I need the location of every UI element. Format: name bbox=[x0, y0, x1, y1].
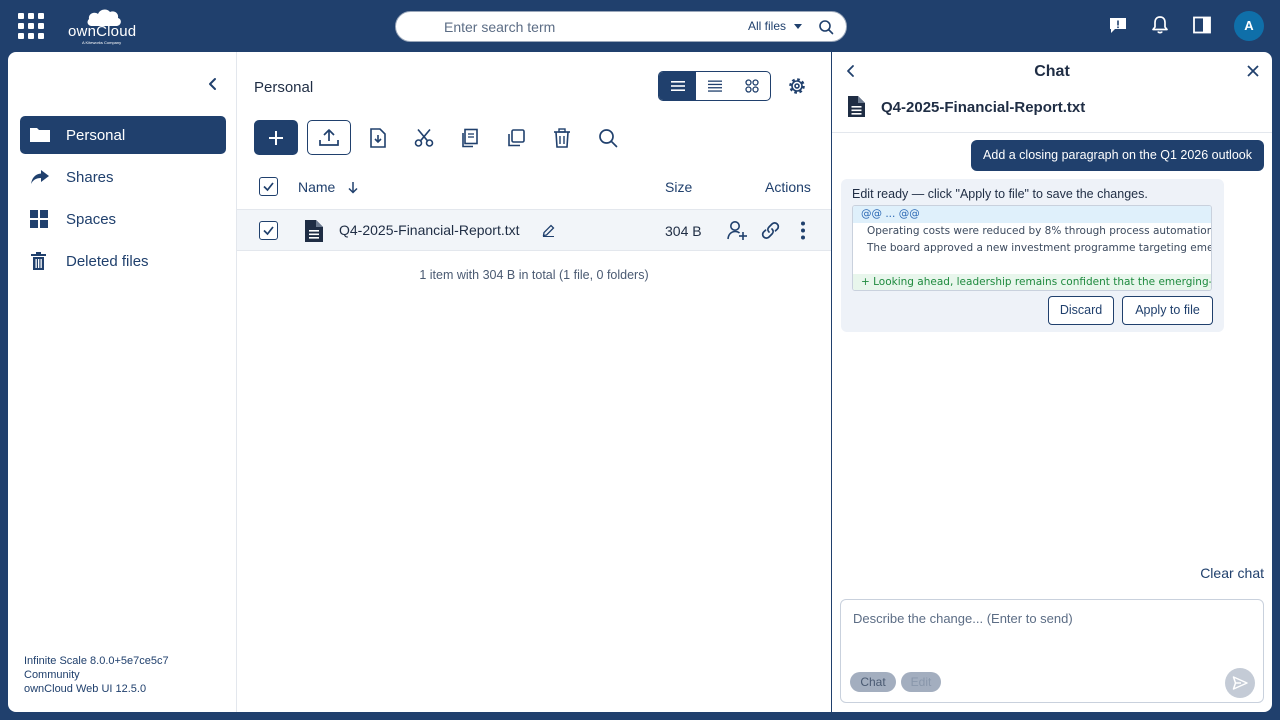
clear-chat-button[interactable]: Clear chat bbox=[1200, 565, 1264, 581]
sidebar-item-label: Shares bbox=[66, 169, 114, 186]
chat-title: Chat bbox=[1034, 63, 1070, 80]
trash-icon bbox=[31, 252, 46, 270]
send-icon bbox=[1232, 676, 1248, 690]
sidebar-toggle-icon[interactable] bbox=[1192, 15, 1212, 35]
upload-icon bbox=[319, 128, 339, 146]
copy-icon[interactable] bbox=[460, 128, 480, 148]
version-line: Infinite Scale 8.0.0+5e7ce5c7 bbox=[24, 655, 169, 667]
breadcrumb[interactable]: Personal bbox=[254, 79, 313, 96]
folder-icon bbox=[30, 128, 50, 142]
sort-arrow-down-icon[interactable] bbox=[347, 181, 359, 194]
assistant-message-text: Edit ready — click "Apply to file" to sa… bbox=[852, 187, 1148, 201]
download-file-icon[interactable] bbox=[369, 128, 387, 148]
send-button[interactable] bbox=[1225, 668, 1255, 698]
gear-icon[interactable] bbox=[787, 76, 807, 96]
file-name[interactable]: Q4-2025-Financial-Report.txt bbox=[339, 222, 520, 238]
sidebar-item-shares[interactable]: Shares bbox=[20, 158, 226, 196]
sidebar-item-label: Personal bbox=[66, 127, 126, 144]
sidebar-item-label: Deleted files bbox=[66, 253, 149, 270]
view-list-button[interactable] bbox=[659, 72, 696, 100]
tiles-icon bbox=[744, 79, 759, 93]
share-icon bbox=[31, 170, 49, 184]
search-bar[interactable]: Enter search term All files bbox=[395, 11, 847, 42]
chat-input-placeholder[interactable]: Describe the change... (Enter to send) bbox=[853, 611, 1073, 626]
upload-button[interactable] bbox=[307, 120, 351, 155]
sidebar-item-label: Spaces bbox=[66, 211, 117, 228]
diff-preview[interactable]: @@ ... @@ Operating costs were reduced b… bbox=[852, 205, 1212, 291]
logo-text: ownCloud bbox=[68, 23, 137, 40]
top-bar: ownCloud A Kiteworks Company Enter searc… bbox=[0, 0, 1280, 52]
diff-context-line: The board approved a new investment prog… bbox=[867, 242, 1211, 254]
version-info: Infinite Scale 8.0.0+5e7ce5c7 Community … bbox=[24, 654, 169, 696]
chat-input[interactable]: Describe the change... (Enter to send) C… bbox=[840, 599, 1264, 703]
table-row[interactable]: Q4-2025-Financial-Report.txt 304 B bbox=[237, 209, 831, 251]
discard-button[interactable]: Discard bbox=[1048, 296, 1114, 325]
app-switcher-icon[interactable] bbox=[18, 13, 44, 39]
avatar[interactable]: A bbox=[1234, 11, 1264, 41]
file-list-area: Personal Name Size Actions Q4-2025-Finan… bbox=[237, 52, 831, 712]
diff-context-line: Operating costs were reduced by 8% throu… bbox=[867, 225, 1212, 237]
check-icon bbox=[263, 182, 274, 192]
version-line: Community bbox=[24, 669, 80, 681]
view-mode-switcher bbox=[658, 71, 771, 101]
search-files-icon[interactable] bbox=[598, 128, 618, 148]
new-button[interactable] bbox=[254, 120, 298, 155]
sidebar-item-personal[interactable]: Personal bbox=[20, 116, 226, 154]
file-count-summary: 1 item with 304 B in total (1 file, 0 fo… bbox=[419, 268, 649, 282]
sidebar: Personal Shares Spaces Deleted files Inf… bbox=[8, 52, 237, 712]
chevron-down-icon[interactable] bbox=[794, 24, 802, 29]
close-icon[interactable] bbox=[1246, 64, 1260, 78]
grid-icon bbox=[30, 210, 48, 228]
logo-subtitle: A Kiteworks Company bbox=[82, 40, 122, 45]
select-all-checkbox[interactable] bbox=[259, 177, 278, 196]
chat-file-name: Q4-2025-Financial-Report.txt bbox=[881, 99, 1086, 116]
apply-to-file-button[interactable]: Apply to file bbox=[1122, 296, 1213, 325]
file-size: 304 B bbox=[665, 223, 702, 239]
feedback-icon[interactable] bbox=[1108, 15, 1128, 35]
cut-icon[interactable] bbox=[414, 128, 434, 148]
bell-icon[interactable] bbox=[1150, 15, 1170, 35]
diff-added-line: + Looking ahead, leadership remains conf… bbox=[853, 274, 1211, 290]
owncloud-logo[interactable]: ownCloud A Kiteworks Company bbox=[66, 4, 140, 48]
rename-pencil-icon[interactable] bbox=[542, 224, 555, 237]
search-icon[interactable] bbox=[818, 19, 834, 35]
chat-panel: Chat Q4-2025-Financial-Report.txt Add a … bbox=[832, 52, 1272, 712]
mode-chat-button[interactable]: Chat bbox=[850, 672, 896, 692]
mode-edit-button[interactable]: Edit bbox=[901, 672, 941, 692]
search-scope-select[interactable]: All files bbox=[748, 19, 786, 33]
row-checkbox[interactable] bbox=[259, 221, 278, 240]
text-file-icon bbox=[305, 220, 323, 242]
view-tiles-button[interactable] bbox=[733, 72, 770, 100]
column-header-name[interactable]: Name bbox=[298, 179, 335, 195]
delete-icon[interactable] bbox=[553, 128, 571, 148]
plus-icon bbox=[269, 130, 283, 145]
view-condensed-button[interactable] bbox=[696, 72, 733, 100]
condensed-list-icon bbox=[707, 80, 722, 92]
sidebar-item-spaces[interactable]: Spaces bbox=[20, 200, 226, 238]
duplicate-icon[interactable] bbox=[506, 128, 526, 148]
diff-context-line bbox=[853, 257, 1211, 274]
add-user-icon[interactable] bbox=[727, 220, 748, 241]
diff-hunk-header: @@ ... @@ bbox=[853, 206, 1211, 223]
chevron-left-icon[interactable] bbox=[206, 77, 220, 91]
assistant-message: Edit ready — click "Apply to file" to sa… bbox=[841, 179, 1224, 332]
column-header-actions: Actions bbox=[765, 179, 811, 195]
text-file-icon bbox=[848, 96, 865, 117]
more-vertical-icon[interactable] bbox=[797, 220, 809, 241]
divider bbox=[832, 132, 1272, 133]
column-header-size[interactable]: Size bbox=[665, 179, 692, 195]
user-message: Add a closing paragraph on the Q1 2026 o… bbox=[971, 140, 1264, 171]
search-input[interactable]: Enter search term bbox=[444, 19, 555, 35]
check-icon bbox=[263, 226, 274, 236]
version-line: ownCloud Web UI 12.5.0 bbox=[24, 683, 147, 695]
list-icon bbox=[670, 81, 685, 91]
sidebar-item-deleted-files[interactable]: Deleted files bbox=[20, 242, 226, 280]
link-icon[interactable] bbox=[760, 220, 781, 241]
